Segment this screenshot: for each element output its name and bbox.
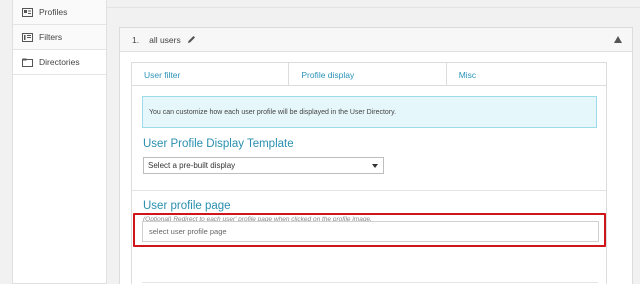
display-template-title: User Profile Display Template bbox=[143, 138, 294, 150]
sidebar-item-directories[interactable]: Directories bbox=[13, 50, 106, 75]
sidebar-item-label: Filters bbox=[39, 32, 63, 42]
main-area: 1. all users User filter Profile display… bbox=[107, 0, 640, 284]
tab-user-filter[interactable]: User filter bbox=[132, 63, 290, 87]
profile-page-placeholder: select user profile page bbox=[149, 227, 227, 236]
filter-icon bbox=[22, 32, 33, 42]
profile-page-select[interactable]: select user profile page bbox=[142, 221, 599, 242]
divider bbox=[107, 7, 640, 8]
folder-icon bbox=[22, 58, 33, 67]
group-header[interactable]: 1. all users bbox=[120, 28, 632, 52]
sidebar: Profiles Filters Directories bbox=[12, 0, 107, 284]
tab-misc[interactable]: Misc bbox=[446, 63, 607, 87]
info-notice: You can customize how each user profile … bbox=[142, 96, 597, 128]
sidebar-item-filters[interactable]: Filters bbox=[13, 25, 106, 50]
group-number: 1. bbox=[132, 34, 140, 45]
caret-down-icon bbox=[372, 164, 378, 168]
notice-text: You can customize how each user profile … bbox=[149, 108, 397, 116]
collapse-arrow-icon[interactable] bbox=[614, 36, 622, 43]
select-value: Select a pre-built display bbox=[148, 161, 236, 170]
profile-page-title: User profile page bbox=[143, 200, 231, 212]
divider bbox=[142, 282, 598, 283]
display-template-select[interactable]: Select a pre-built display bbox=[143, 157, 384, 174]
directory-group: 1. all users User filter Profile display… bbox=[119, 27, 633, 284]
tab-bar: User filter Profile display Misc bbox=[131, 62, 607, 87]
sidebar-item-label: Profiles bbox=[39, 7, 68, 17]
divider bbox=[132, 190, 606, 191]
tab-label: Profile display bbox=[301, 70, 355, 80]
tab-panel: You can customize how each user profile … bbox=[131, 85, 607, 284]
sidebar-item-label: Directories bbox=[39, 57, 80, 67]
tab-label: User filter bbox=[144, 70, 181, 80]
group-title: all users bbox=[149, 34, 181, 45]
pencil-icon[interactable] bbox=[187, 35, 196, 44]
id-card-icon bbox=[22, 7, 33, 17]
sidebar-item-profiles[interactable]: Profiles bbox=[13, 0, 106, 25]
page: Profiles Filters Directories 1. all user… bbox=[0, 0, 640, 284]
tab-profile-display[interactable]: Profile display bbox=[289, 63, 447, 87]
tab-label: Misc bbox=[458, 70, 477, 80]
